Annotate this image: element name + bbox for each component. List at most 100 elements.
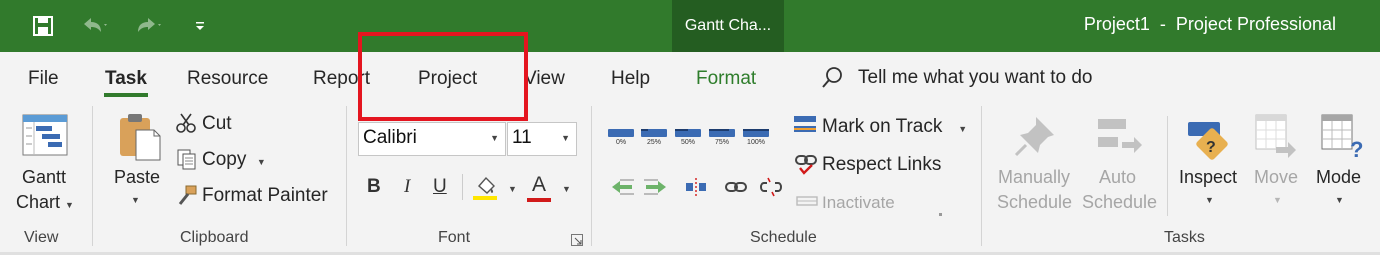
tell-me-box[interactable]: Tell me what you want to do [820, 66, 1092, 90]
cut-icon[interactable] [175, 112, 197, 139]
tab-help[interactable]: Help [611, 68, 650, 90]
mark-on-track-label: Mark on Track [822, 116, 943, 137]
bold-button[interactable]: B [367, 176, 381, 198]
undo-icon[interactable] [76, 12, 112, 40]
mark-on-track-icon[interactable] [793, 113, 817, 142]
gantt-chart-label-1[interactable]: Gantt [22, 167, 66, 188]
gantt-chart-tools-tab[interactable]: Gantt Cha... [672, 0, 784, 52]
title-bar: Gantt Cha... Project1 - Project Professi… [0, 0, 1380, 52]
auto-schedule-icon [1096, 115, 1142, 160]
group-label-schedule: Schedule [750, 229, 817, 246]
pushpin-icon [1012, 113, 1058, 164]
font-color-letter: A [531, 173, 546, 196]
copy-label: Copy [202, 149, 247, 170]
divider [462, 174, 463, 200]
search-icon [822, 67, 842, 88]
format-painter-label[interactable]: Format Painter [202, 185, 328, 207]
tab-format[interactable]: Format [696, 68, 756, 90]
percent-0-button[interactable]: 0% [608, 126, 634, 146]
italic-button[interactable]: I [404, 176, 410, 198]
mark-on-track-button[interactable]: Mark on Track ▼ [822, 116, 967, 138]
gantt-chart-button[interactable]: Chart ▼ [16, 192, 74, 213]
unlink-tasks-icon[interactable] [758, 176, 784, 203]
percent-0-label: 0% [615, 139, 627, 146]
group-separator [981, 106, 982, 246]
outdent-icon[interactable] [610, 176, 636, 203]
percent-75-button[interactable]: 75% [709, 126, 735, 146]
inactivate-icon [796, 194, 818, 213]
paste-label[interactable]: Paste [114, 167, 160, 188]
cut-label[interactable]: Cut [202, 113, 232, 135]
chevron-down-icon[interactable]: ▼ [562, 184, 571, 194]
inspect-dropdown-icon[interactable]: ▼ [1205, 195, 1214, 205]
chevron-down-icon[interactable]: ▼ [508, 184, 517, 194]
save-icon[interactable] [30, 12, 56, 40]
chevron-down-icon: ▼ [65, 200, 74, 210]
group-label-tasks: Tasks [1164, 229, 1205, 246]
manually-schedule-label-2: Schedule [997, 192, 1073, 212]
group-separator [346, 106, 347, 246]
mode-label[interactable]: Mode [1316, 167, 1361, 188]
font-size-value: 11 [512, 127, 532, 148]
group-separator [1167, 116, 1168, 216]
chevron-down-icon: ▼ [561, 133, 570, 143]
font-size-select[interactable]: 11 ▼ [507, 122, 577, 156]
group-separator [591, 106, 592, 246]
percent-50-label: 50% [680, 139, 695, 146]
respect-links-icon[interactable] [794, 152, 818, 181]
underline-button[interactable]: U [433, 176, 447, 198]
app-title: Project1 - Project Professional [1083, 14, 1336, 34]
active-tab-indicator [104, 93, 148, 97]
percent-100-button[interactable]: 100% [743, 126, 769, 146]
percent-75-label: 75% [714, 139, 729, 146]
chevron-down-icon: ▼ [958, 124, 968, 134]
tell-me-text: Tell me what you want to do [858, 67, 1093, 88]
split-task-icon[interactable] [684, 176, 708, 203]
group-label-clipboard: Clipboard [180, 229, 249, 246]
font-color-button[interactable]: A [527, 174, 551, 202]
highlight-color-icon[interactable] [473, 174, 499, 207]
percent-50-button[interactable]: 50% [675, 126, 701, 146]
inactivate-label: Inactivate [822, 193, 895, 212]
tab-file[interactable]: File [28, 68, 59, 90]
copy-icon[interactable] [176, 149, 198, 176]
font-dialog-launcher-icon[interactable] [571, 233, 583, 251]
auto-schedule-label-2: Schedule [1082, 192, 1158, 212]
group-separator [92, 106, 93, 246]
percent-25-label: 25% [646, 139, 661, 146]
customize-qat-icon[interactable] [192, 12, 208, 40]
tab-task[interactable]: Task [105, 68, 147, 90]
project-window: Gantt Cha... Project1 - Project Professi… [0, 0, 1380, 255]
gantt-chart-label-2: Chart [16, 192, 61, 212]
format-painter-icon[interactable] [176, 184, 198, 211]
redo-icon[interactable] [130, 12, 166, 40]
mode-icon[interactable]: ? [1320, 113, 1366, 168]
link-tasks-icon[interactable] [723, 176, 749, 203]
font-color-swatch [527, 198, 551, 202]
group-label-font: Font [438, 229, 471, 246]
move-dropdown-icon: ▼ [1273, 195, 1282, 205]
font-name-select[interactable]: Calibri ▼ [358, 122, 506, 156]
manually-schedule-label-1: Manually [998, 167, 1071, 187]
paste-icon[interactable] [116, 112, 162, 167]
move-icon [1254, 113, 1300, 168]
group-label-view: View [24, 229, 59, 246]
chevron-down-icon: ▼ [490, 133, 499, 143]
font-name-value: Calibri [363, 127, 417, 148]
svg-text:?: ? [1206, 139, 1216, 156]
tab-view[interactable]: View [524, 68, 565, 90]
schedule-dialog-dot [939, 213, 942, 216]
respect-links-label[interactable]: Respect Links [822, 154, 941, 176]
inspect-label[interactable]: Inspect [1179, 167, 1237, 188]
percent-25-button[interactable]: 25% [641, 126, 667, 146]
mode-dropdown-icon[interactable]: ▼ [1335, 195, 1344, 205]
copy-button[interactable]: Copy ▼ [202, 149, 266, 171]
auto-schedule-label-1: Auto [1099, 167, 1137, 187]
inspect-icon[interactable]: ? [1186, 116, 1232, 165]
indent-icon[interactable] [642, 176, 668, 203]
move-label: Move [1254, 167, 1299, 187]
svg-text:?: ? [1350, 137, 1363, 162]
highlight-box [358, 32, 528, 121]
paste-dropdown-icon[interactable]: ▼ [131, 195, 140, 205]
tab-resource[interactable]: Resource [187, 68, 268, 90]
